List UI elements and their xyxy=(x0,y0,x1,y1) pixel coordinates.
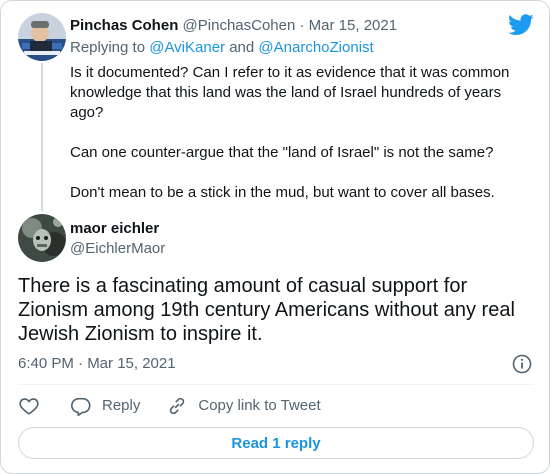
embedded-tweet-card: Pinchas Cohen @PinchasCohen · Mar 15, 20… xyxy=(0,0,550,474)
avatar-image xyxy=(18,214,66,262)
tweet-actions: Reply Copy link to Tweet xyxy=(18,394,321,418)
main-tweet-timestamp[interactable]: 6:40 PM · Mar 15, 2021 xyxy=(18,354,176,374)
separator-dot: · xyxy=(299,17,305,34)
parent-author-name[interactable]: Pinchas Cohen xyxy=(70,17,178,34)
replying-to-and: and xyxy=(225,39,259,56)
reply-button[interactable]: Reply xyxy=(70,395,140,417)
parent-author-handle[interactable]: @PinchasCohen xyxy=(183,17,296,34)
replying-to-prefix: Replying to xyxy=(70,39,150,56)
mention-link-anarchozionist[interactable]: @AnarchoZionist xyxy=(258,39,373,56)
main-author-name[interactable]: maor eichler xyxy=(70,219,159,239)
read-replies-label: Read 1 reply xyxy=(231,434,321,452)
copy-link-button[interactable]: Copy link to Tweet xyxy=(166,395,321,417)
link-icon xyxy=(170,397,185,415)
avatar-image xyxy=(18,13,66,61)
reply-icon xyxy=(71,397,91,417)
info-icon[interactable] xyxy=(512,354,532,374)
parent-tweet-date[interactable]: Mar 15, 2021 xyxy=(309,17,397,34)
copy-link-label: Copy link to Tweet xyxy=(198,397,321,414)
twitter-bird-icon[interactable] xyxy=(508,14,534,36)
parent-tweet-text: Is it documented? Can I refer to it as e… xyxy=(70,63,530,203)
replying-to-line: Replying to @AviKaner and @AnarchoZionis… xyxy=(70,38,374,58)
like-button[interactable] xyxy=(18,395,40,417)
parent-tweet-paragraph: Don't mean to be a stick in the mud, but… xyxy=(70,184,495,201)
avatar-maor-eichler[interactable] xyxy=(18,214,66,262)
read-replies-button[interactable]: Read 1 reply xyxy=(18,427,534,459)
main-tweet-text: There is a fascinating amount of casual … xyxy=(18,275,515,345)
heart-icon xyxy=(19,398,39,415)
action-divider xyxy=(18,384,534,385)
avatar-pinchas-cohen[interactable] xyxy=(18,13,66,61)
main-author-handle[interactable]: @EichlerMaor xyxy=(70,239,165,259)
parent-tweet-paragraph: Can one counter-argue that the "land of … xyxy=(70,144,494,161)
reply-label: Reply xyxy=(102,397,141,414)
parent-tweet-header: Pinchas Cohen @PinchasCohen · Mar 15, 20… xyxy=(70,16,397,36)
mention-link-avikaner[interactable]: @AviKaner xyxy=(149,39,225,56)
parent-tweet-paragraph: Is it documented? Can I refer to it as e… xyxy=(70,64,510,121)
thread-connector-line xyxy=(41,63,43,211)
